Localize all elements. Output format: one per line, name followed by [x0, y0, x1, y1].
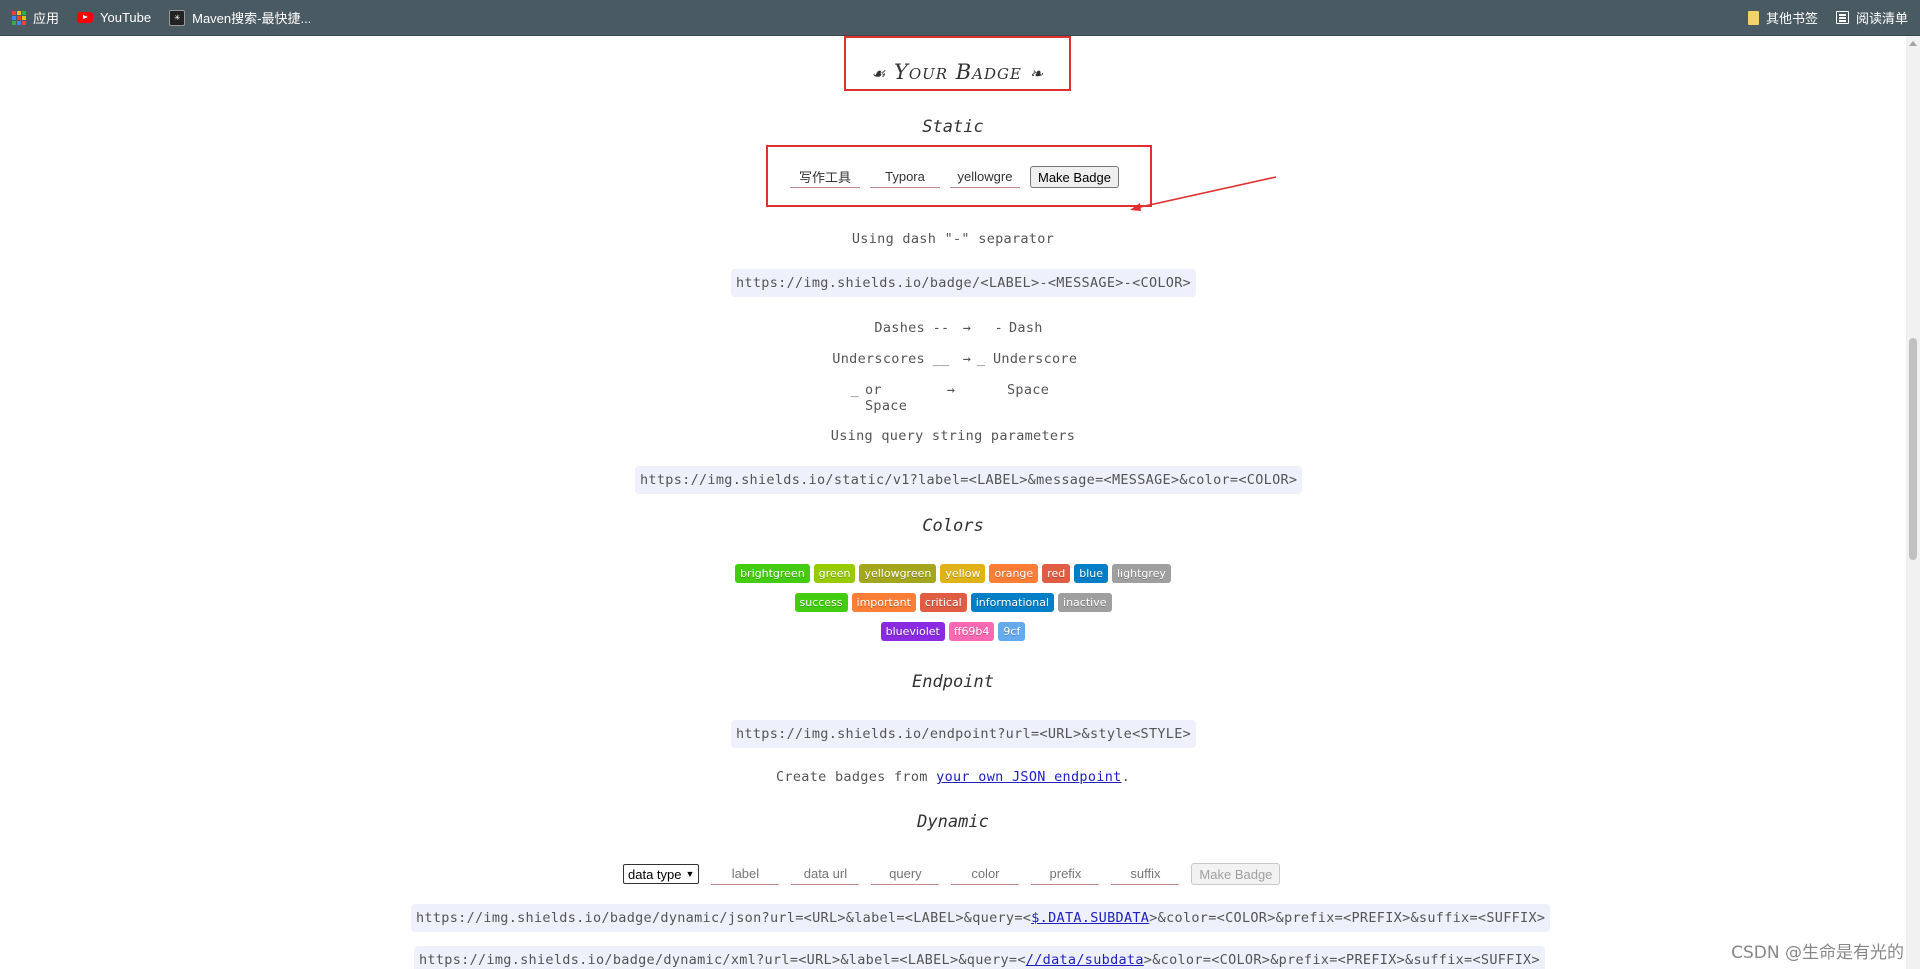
endpoint-heading: Endpoint — [912, 672, 994, 692]
apps-grid-icon — [12, 10, 26, 25]
youtube-icon — [77, 12, 94, 23]
vertical-scrollbar[interactable] — [1906, 36, 1920, 969]
badges-row-primary: brightgreen green yellowgreen yellow orange r… — [0, 564, 1906, 583]
color-badge-lightgrey: lightgrey — [1112, 564, 1171, 583]
page-title-text: Your Badge — [893, 60, 1022, 84]
color-badge-success: success — [794, 593, 848, 612]
data-type-select[interactable]: data type ▼ — [623, 864, 700, 884]
rule-left: Dashes — [874, 320, 925, 336]
dynamic-xml-url-code: https://img.shields.io/badge/dynamic/xml… — [414, 946, 1545, 969]
endpoint-description: Create badges from your own JSON endpoin… — [0, 769, 1906, 785]
dynamic-form: data type ▼ Make Badge — [623, 863, 1281, 885]
dynamic-make-badge-button[interactable]: Make Badge — [1191, 863, 1281, 885]
color-badge-9cf: 9cf — [998, 622, 1026, 641]
dynamic-heading: Dynamic — [917, 812, 989, 832]
dynamic-json-query-link[interactable]: $.DATA.SUBDATA — [1031, 910, 1149, 926]
color-badge-ff69b4: ff69b4 — [948, 622, 995, 641]
rule-right: Dash — [1009, 320, 1043, 336]
title-right-ornament-icon: ❧ — [1029, 64, 1045, 83]
color-badge-orange: orange — [989, 564, 1039, 583]
csdn-watermark: CSDN @生命是有光的 — [1731, 943, 1904, 963]
color-badge-yellowgreen: yellowgreen — [859, 564, 937, 583]
rule-arrow-icon: → — [962, 320, 972, 336]
rule-left: or Space — [865, 382, 908, 414]
color-badge-green: green — [813, 564, 856, 583]
reading-list-icon — [1835, 11, 1849, 24]
endpoint-url-code: https://img.shields.io/endpoint?url=<URL… — [731, 720, 1197, 748]
bookmarks-bar: 应用 YouTube ✳ Maven搜索-最快捷... 其他书签 阅读清单 — [0, 0, 1920, 36]
dynamic-query-input[interactable] — [871, 863, 940, 885]
bookmark-apps[interactable]: 应用 — [12, 6, 59, 30]
colors-heading: Colors — [922, 516, 984, 536]
bookmark-other[interactable]: 其他书签 — [1747, 6, 1818, 30]
maven-icon: ✳ — [169, 9, 186, 26]
bookmark-reading-label: 阅读清单 — [1855, 11, 1908, 26]
dynamic-suffix-input[interactable] — [1111, 863, 1180, 885]
rule-row-underscores: Underscores __ → _ Underscore — [820, 351, 1087, 367]
dynamic-xml-query-link[interactable]: //data/subdata — [1026, 952, 1144, 968]
color-badge-blueviolet: blueviolet — [880, 622, 945, 641]
bookmark-maven-label: Maven搜索-最快捷... — [192, 11, 312, 26]
badges-row-custom: blueviolet ff69b4 9cf — [0, 622, 1906, 641]
static-make-badge-button[interactable]: Make Badge — [1030, 166, 1119, 188]
color-badge-yellow: yellow — [940, 564, 986, 583]
dash-intro: Using dash "-" separator — [851, 231, 1055, 247]
dynamic-data-url-input[interactable] — [791, 863, 860, 885]
rule-arrow-icon: → — [962, 351, 972, 367]
rule-left: Underscores — [832, 351, 925, 367]
bookmark-reading-list[interactable]: 阅读清单 — [1835, 6, 1908, 30]
endpoint-json-link[interactable]: your own JSON endpoint — [936, 769, 1121, 785]
rule-from: _ — [850, 382, 859, 398]
endpoint-text-before: Create badges from — [776, 769, 937, 785]
rule-arrow-icon: → — [946, 382, 956, 398]
dynamic-xml-url-end: >&color=<COLOR>&prefix=<PREFIX>&suffix=<… — [1143, 952, 1540, 968]
bookmark-other-label: 其他书签 — [1765, 11, 1818, 26]
bookmark-youtube-label: YouTube — [100, 10, 152, 25]
rule-from: -- — [932, 320, 950, 336]
color-badge-brightgreen: brightgreen — [735, 564, 810, 583]
dynamic-label-input[interactable] — [711, 863, 780, 885]
page-content: ☙ Your Badge ❧ Static Make Badge Using d… — [0, 36, 1906, 969]
color-badge-inactive: inactive — [1058, 593, 1112, 612]
endpoint-text-after: . — [1121, 769, 1130, 785]
static-color-input[interactable] — [950, 166, 1020, 188]
dynamic-xml-url-start: https://img.shields.io/badge/dynamic/xml… — [419, 952, 1026, 968]
chevron-down-icon: ▼ — [685, 869, 695, 879]
folder-icon — [1747, 10, 1759, 25]
badges-row-aliases: success important critical informational ina… — [0, 593, 1906, 612]
dynamic-prefix-input[interactable] — [1031, 863, 1100, 885]
static-message-input[interactable] — [870, 166, 940, 188]
dynamic-color-input[interactable] — [951, 863, 1020, 885]
color-badge-red: red — [1042, 564, 1071, 583]
page-title: ☙ Your Badge ❧ — [844, 60, 1071, 84]
static-heading: Static — [922, 117, 984, 137]
rule-row-space: _ or Space → Space — [820, 382, 1077, 414]
bookmark-apps-label: 应用 — [33, 11, 60, 26]
color-badge-informational: informational — [970, 593, 1055, 612]
rule-right: Underscore — [993, 351, 1078, 367]
color-badge-critical: critical — [919, 593, 967, 612]
rule-to: _ — [977, 351, 986, 367]
annotation-arrow-icon — [1130, 176, 1277, 211]
dynamic-json-url-end: >&color=<COLOR>&prefix=<PREFIX>&suffix=<… — [1149, 910, 1546, 926]
scrollbar-thumb[interactable] — [1909, 338, 1917, 560]
title-left-ornament-icon: ☙ — [870, 64, 887, 83]
color-badge-blue: blue — [1074, 564, 1108, 583]
rule-from: __ — [932, 351, 950, 367]
rule-right: Space — [1007, 382, 1050, 398]
bookmark-youtube[interactable]: YouTube — [77, 6, 151, 30]
static-label-input[interactable] — [790, 166, 860, 188]
rule-to: - — [994, 320, 1003, 336]
scroll-up-arrow-icon[interactable] — [1909, 41, 1917, 46]
data-type-select-value: data type — [628, 866, 682, 882]
query-url-code: https://img.shields.io/static/v1?label=<… — [635, 466, 1303, 494]
bookmark-maven[interactable]: ✳ Maven搜索-最快捷... — [169, 6, 311, 30]
rule-row-dashes: Dashes -- → - Dash — [820, 320, 1103, 336]
color-badge-important: important — [851, 593, 916, 612]
static-form: Make Badge — [790, 166, 1119, 188]
query-intro: Using query string parameters — [830, 428, 1076, 444]
dynamic-json-url-code: https://img.shields.io/badge/dynamic/jso… — [411, 904, 1551, 932]
dynamic-json-url-start: https://img.shields.io/badge/dynamic/jso… — [416, 910, 1032, 926]
dash-url-code: https://img.shields.io/badge/<LABEL>-<ME… — [731, 269, 1197, 297]
